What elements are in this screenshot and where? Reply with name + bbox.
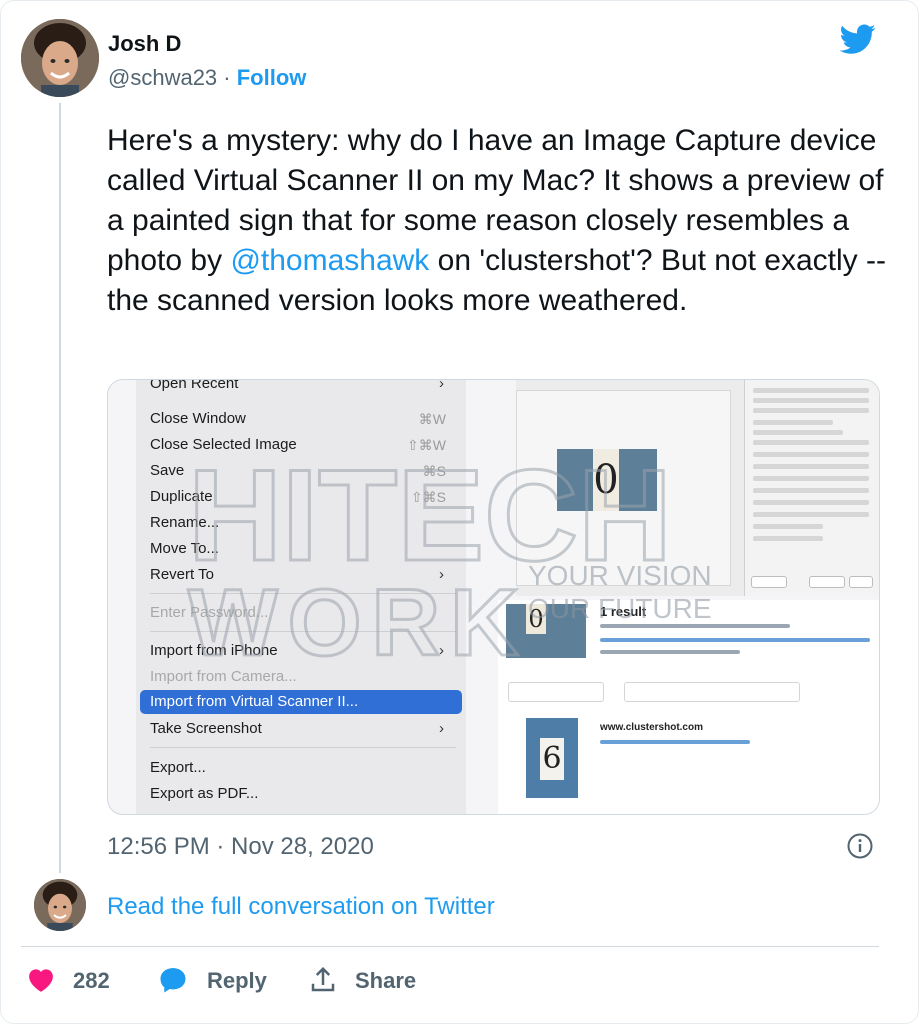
result-count: 1 result [600,604,647,619]
menu-item-close-window: Close Window ⌘W [150,410,446,427]
reply-label: Reply [207,968,267,993]
menu-separator [150,631,456,632]
handle-separator: · [217,65,237,90]
author-name[interactable]: Josh D [108,31,181,57]
follow-button[interactable]: Follow [237,65,307,90]
share-label: Share [355,968,417,993]
chevron-right-icon: › [439,566,444,583]
menu-item-close-selected-image: Close Selected Image ⇧⌘W [150,436,446,453]
share-button[interactable]: Share [307,963,437,999]
read-conversation-link[interactable]: Read the full conversation on Twitter [107,893,495,921]
clustershot-photo: 6 [526,718,578,798]
menu-item-revert-to: Revert To › [150,563,456,587]
file-menu-screenshot: Open Recent › Close Window ⌘W Close Select… [136,379,466,814]
like-button[interactable]: 282 [25,963,125,999]
menu-item-import-camera: Import from Camera... [150,668,297,685]
heart-icon [29,969,53,992]
info-icon[interactable] [846,832,874,860]
menu-item-export-pdf: Export as PDF... [150,785,259,802]
chevron-right-icon: › [439,379,444,392]
conversation-avatar[interactable] [34,879,86,931]
author-handle-line: @schwa23 · Follow [108,65,306,91]
tweet-text: Here's a mystery: why do I have an Image… [107,121,887,321]
chevron-right-icon: › [439,642,444,659]
author-handle[interactable]: @schwa23 [108,65,217,90]
menu-item-export: Export... [150,759,206,776]
sign-number: 0 [593,449,619,511]
menu-item-save: Save ⌘S [150,462,446,479]
twitter-logo-icon[interactable] [838,21,878,57]
scan-preview: 0 [516,390,731,586]
menu-item-enter-password: Enter Password... [150,604,269,621]
reply-button[interactable]: Reply [157,963,287,999]
scanner-window-screenshot: 0 [516,380,879,596]
author-avatar[interactable] [21,19,99,97]
menu-item-rename: Rename... [150,514,220,531]
menu-item-duplicate: Duplicate ⇧⌘S [150,488,446,505]
menu-item-import-virtual-scanner: Import from Virtual Scanner II... [140,690,462,714]
menu-item-import-iphone: Import from iPhone › [150,639,456,663]
share-icon [311,966,335,992]
tweet-media-image[interactable]: Open Recent › Close Window ⌘W Close Select… [107,379,880,815]
tweet-timestamp[interactable]: 12:56 PM · Nov 28, 2020 [107,833,374,861]
thumbnail-number: 0 [526,604,546,634]
tweet-embed-card: Josh D @schwa23 · Follow Here's a myster… [0,0,919,1024]
result-domain: www.clustershot.com [600,722,703,733]
menu-item-open-recent: Open Recent › [150,379,456,396]
scanner-settings-panel [744,380,879,596]
like-count: 282 [73,968,110,993]
reply-bubble-icon [160,968,186,993]
menu-separator [150,747,456,748]
sort-select [508,682,604,702]
chevron-right-icon: › [439,720,444,737]
thread-line [59,103,61,873]
menu-item-move-to: Move To... [150,540,219,557]
menu-separator [150,593,456,594]
photo-number: 6 [540,738,564,780]
result-thumbnail: 0 [506,604,586,658]
mention-link[interactable]: @thomashawk [230,244,429,277]
menu-item-take-screenshot: Take Screenshot › [150,717,456,741]
filter-input [624,682,800,702]
divider [21,946,879,947]
reverse-image-search-result: 0 1 result 6 www.clustershot.com [498,600,879,814]
painted-sign-image: 0 [557,449,657,511]
